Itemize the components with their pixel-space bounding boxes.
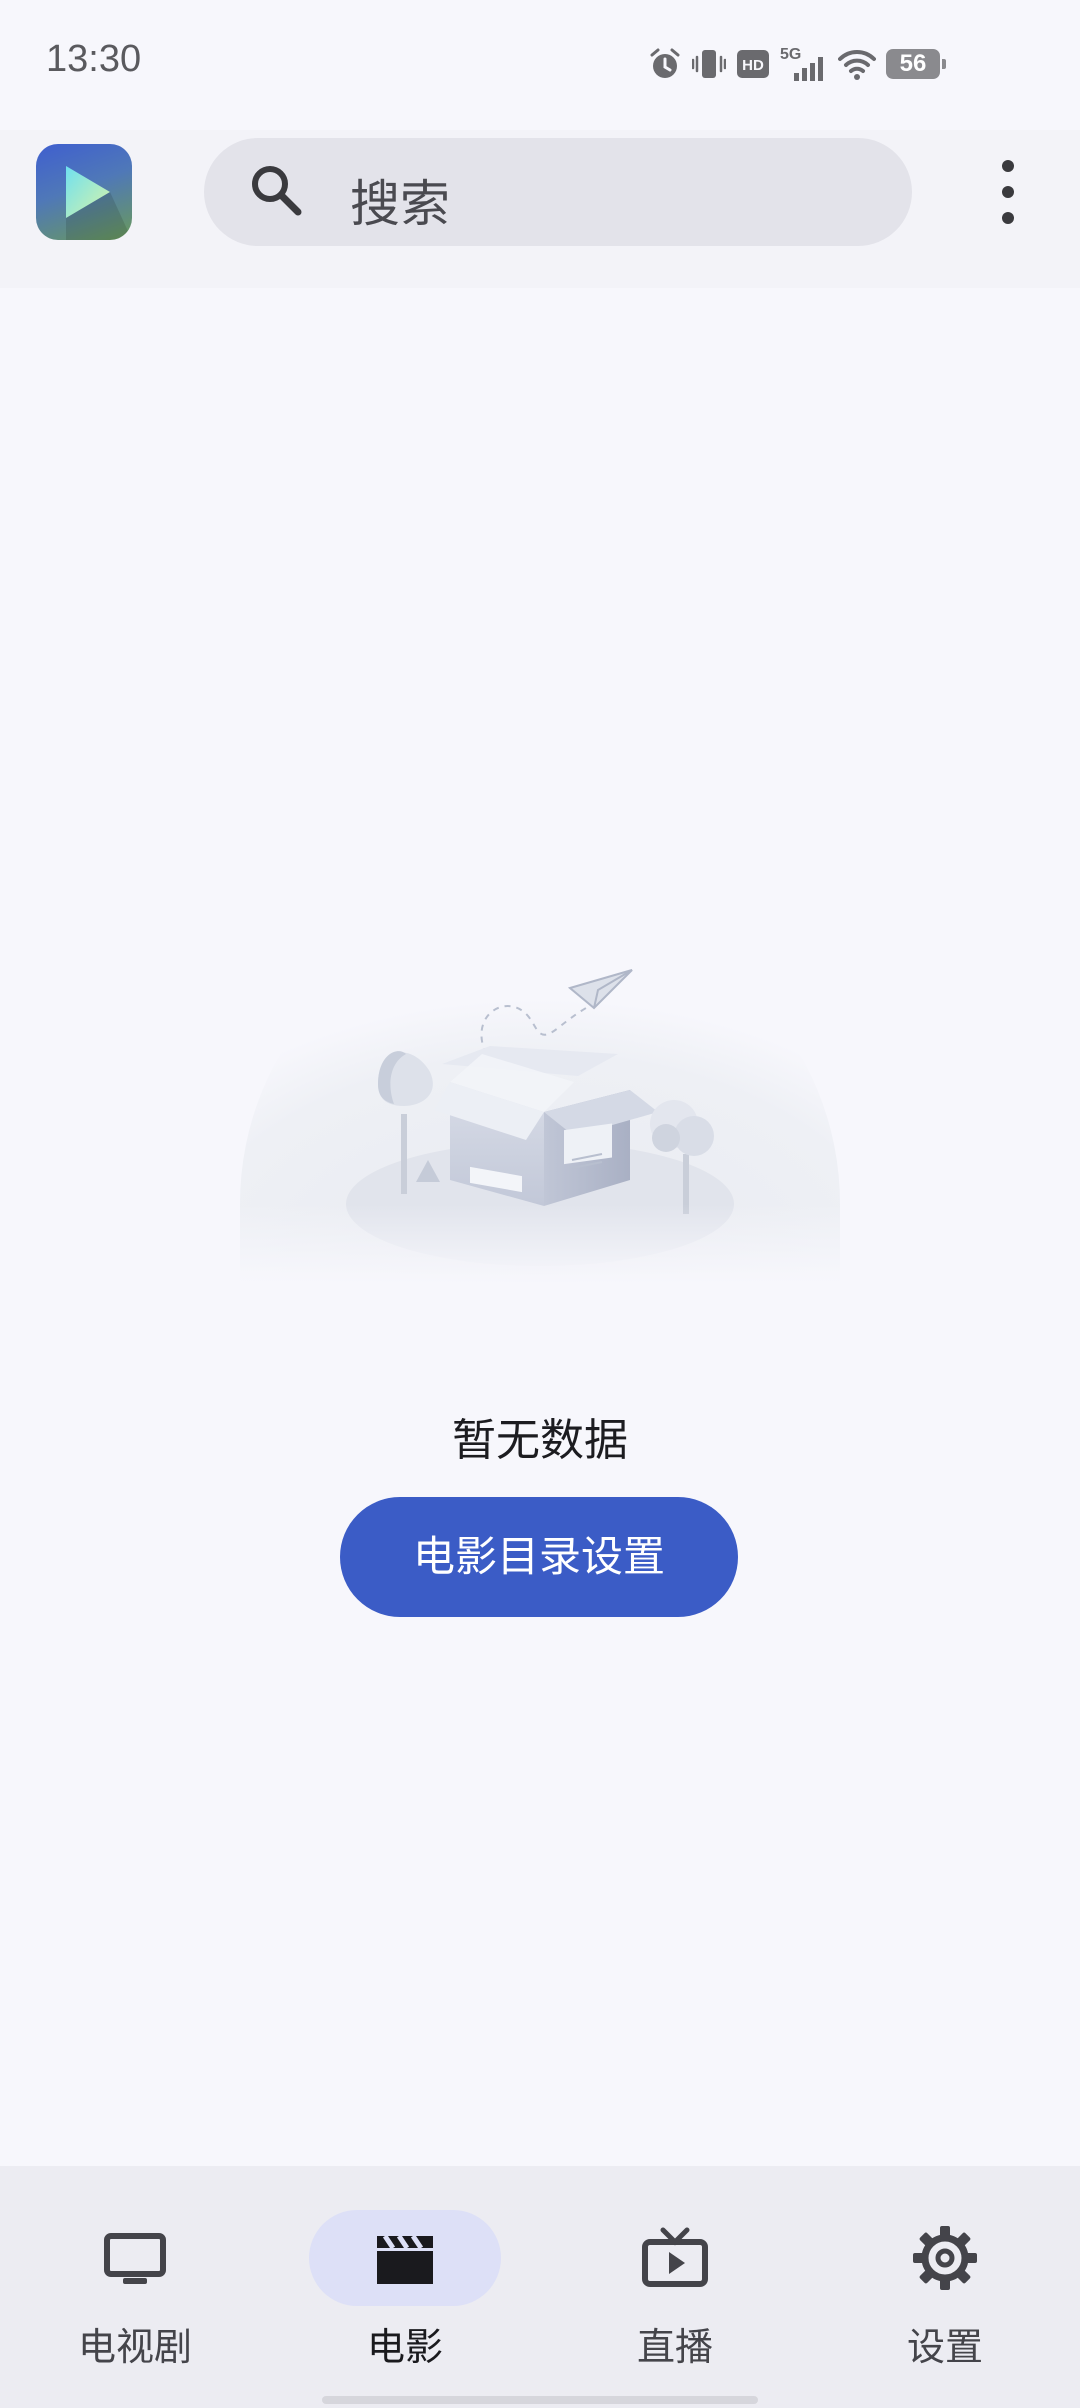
svg-text:HD: HD <box>742 57 764 74</box>
nav-label: 电影 <box>366 2325 443 2369</box>
search-input[interactable]: 搜索 <box>204 138 912 246</box>
hd-icon: HD <box>737 50 769 78</box>
more-vertical-icon[interactable] <box>990 160 1026 224</box>
gear-icon <box>913 2226 977 2290</box>
nav-label: 直播 <box>636 2325 713 2369</box>
app-logo[interactable] <box>36 144 132 240</box>
nav-item-tv-series[interactable]: 电视剧 <box>0 2166 270 2408</box>
nav-item-movies[interactable]: 电影 <box>270 2166 540 2408</box>
top-app-bar: 搜索 <box>0 130 1080 288</box>
search-icon <box>248 162 304 222</box>
status-icons: HD 5G 56 <box>648 42 946 86</box>
live-tv-icon <box>642 2227 708 2287</box>
nav-item-live[interactable]: 直播 <box>540 2166 810 2408</box>
vibrate-icon <box>692 50 726 78</box>
tv-icon <box>104 2233 166 2284</box>
nav-label: 设置 <box>906 2325 983 2369</box>
empty-state-message: 暂无数据 <box>452 1415 628 1466</box>
clapperboard-icon <box>377 2234 433 2284</box>
alarm-icon <box>650 48 680 78</box>
svg-text:5G: 5G <box>780 46 801 63</box>
status-time: 13:30 <box>46 38 142 80</box>
wifi-icon <box>838 49 876 80</box>
status-bar: 13:30 HD 5G 56 <box>0 0 1080 130</box>
bottom-navigation: 电视剧 电影 直播 设置 <box>0 2166 1080 2408</box>
battery-icon: 56 <box>886 49 946 79</box>
search-placeholder: 搜索 <box>350 175 450 233</box>
play-logo-icon <box>66 166 132 240</box>
nav-item-settings[interactable]: 设置 <box>810 2166 1080 2408</box>
empty-box-illustration <box>238 904 842 1284</box>
home-indicator[interactable] <box>322 2396 758 2404</box>
movie-directory-settings-button[interactable]: 电影目录设置 <box>340 1497 738 1617</box>
nav-label: 电视剧 <box>77 2325 192 2369</box>
5g-signal-icon: 5G <box>780 46 823 81</box>
